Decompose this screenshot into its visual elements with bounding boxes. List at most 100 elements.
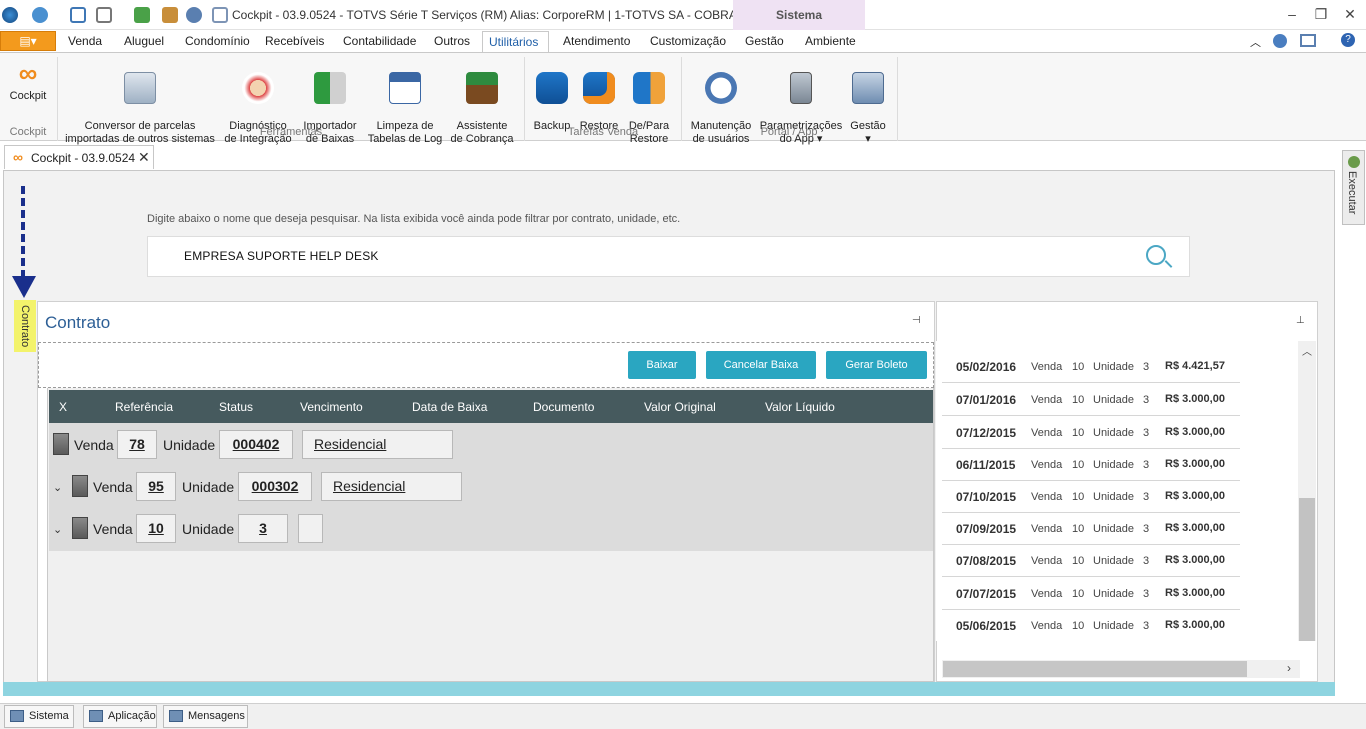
minimize-button[interactable]: – <box>1282 6 1302 22</box>
workspace-footer <box>3 682 1335 696</box>
search-icon[interactable] <box>1146 245 1166 265</box>
doc-tab-cockpit[interactable]: ∞ Cockpit - 03.9.0524 ✕ <box>4 145 154 169</box>
col-valor-original[interactable]: Valor Original <box>644 400 716 414</box>
pin-icon[interactable]: ⊣ <box>912 315 921 326</box>
group-separator <box>681 57 682 141</box>
col-valor-liquido[interactable]: Valor Líquido <box>765 400 835 414</box>
tab-aluguel[interactable]: Aluguel <box>118 31 170 52</box>
file-menu-button[interactable]: ▤▾ <box>0 31 56 51</box>
monitor-icon <box>10 710 24 722</box>
tab-atendimento[interactable]: Atendimento <box>557 31 636 52</box>
refresh-globe-icon[interactable] <box>186 7 202 23</box>
list-item[interactable]: 05/06/2015 Venda 10 Unidade 3 R$ 3.000,00 <box>942 610 1240 642</box>
row-unidade[interactable]: 3 <box>238 514 288 543</box>
tab-ambiente[interactable]: Ambiente <box>799 31 862 52</box>
monitor-icon[interactable] <box>70 7 86 23</box>
scroll-up-icon[interactable]: ︿ <box>1302 343 1312 358</box>
close-tab-icon[interactable]: ✕ <box>138 149 150 166</box>
tools-icon[interactable] <box>162 7 178 23</box>
help-question-icon[interactable]: ? <box>1341 33 1355 47</box>
group-separator <box>897 57 898 141</box>
context-tab-sistema[interactable]: Sistema <box>733 0 865 30</box>
tab-customizacao[interactable]: Customização <box>644 31 732 52</box>
window-title: Cockpit - 03.9.0524 - TOTVS Série T Serv… <box>232 8 803 22</box>
collapse-ribbon-icon[interactable]: ︿ <box>1250 34 1261 50</box>
doctor-icon <box>242 72 274 104</box>
backup-button[interactable]: Backup <box>530 59 574 133</box>
list-item[interactable]: 07/10/2015 Venda 10 Unidade 3 R$ 3.000,00 <box>942 481 1240 513</box>
row-unidade[interactable]: 000302 <box>238 472 312 501</box>
cancelar-baixa-button[interactable]: Cancelar Baixa <box>706 351 816 379</box>
cockpit-label: Cockpit <box>9 90 47 102</box>
doc-tab-label: Cockpit - 03.9.0524 <box>31 151 136 165</box>
pin-icon[interactable]: ⊥ <box>1296 315 1305 326</box>
col-data-baixa[interactable]: Data de Baixa <box>412 400 487 414</box>
horizontal-scroll-thumb[interactable] <box>943 661 1247 677</box>
list-item[interactable]: 05/02/2016 Venda 10 Unidade 3 R$ 4.421,57 <box>942 351 1240 383</box>
restore-button-ribbon[interactable]: Restore <box>577 59 621 133</box>
baixar-button[interactable]: Baixar <box>628 351 696 379</box>
globe-icon[interactable] <box>32 7 48 23</box>
vertical-scroll-thumb[interactable] <box>1299 498 1315 641</box>
col-documento[interactable]: Documento <box>533 400 594 414</box>
close-button[interactable]: ✕ <box>1340 6 1360 23</box>
importer-icon <box>314 72 346 104</box>
list-item[interactable]: 06/11/2015 Venda 10 Unidade 3 R$ 3.000,00 <box>942 449 1240 481</box>
col-x[interactable]: X <box>59 400 67 414</box>
cockpit-icon: ∞ <box>18 58 38 88</box>
executar-side-tab[interactable]: Executar <box>1342 150 1365 225</box>
status-sistema-label: Sistema <box>29 710 69 722</box>
list-item[interactable]: 07/01/2016 Venda 10 Unidade 3 R$ 3.000,00 <box>942 384 1240 416</box>
ribbon: ∞ Cockpit Cockpit Conversor de parcelas … <box>0 52 1366 145</box>
row-tipo: Venda <box>74 437 114 453</box>
window-icon[interactable] <box>96 7 112 23</box>
row-num[interactable]: 10 <box>136 514 176 543</box>
gear-icon <box>852 72 884 104</box>
gerar-boleto-button[interactable]: Gerar Boleto <box>826 351 927 379</box>
copy-icon[interactable] <box>212 7 228 23</box>
status-aplicacao-button[interactable]: Aplicação <box>83 705 157 728</box>
cockpit-button[interactable]: ∞ Cockpit <box>2 59 54 103</box>
col-vencimento[interactable]: Vencimento <box>300 400 363 414</box>
chevron-down-icon[interactable]: ⌄ <box>53 523 62 536</box>
play-icon[interactable] <box>134 7 150 23</box>
status-sistema-button[interactable]: Sistema <box>4 705 74 728</box>
scroll-right-icon[interactable]: › <box>1287 661 1291 675</box>
tab-recebiveis[interactable]: Recebíveis <box>259 31 330 52</box>
row-classe[interactable] <box>298 514 323 543</box>
col-status[interactable]: Status <box>219 400 253 414</box>
layout-icon[interactable] <box>1300 34 1316 47</box>
search-hint: Digite abaixo o nome que deseja pesquisa… <box>147 213 681 225</box>
tab-condominio[interactable]: Condomínio <box>179 31 256 52</box>
help-icon[interactable] <box>1273 34 1287 48</box>
row-num[interactable]: 78 <box>117 430 157 459</box>
tab-outros[interactable]: Outros <box>428 31 476 52</box>
row-num[interactable]: 95 <box>136 472 176 501</box>
row-unidade-label: Unidade <box>182 479 235 495</box>
list-item[interactable]: 07/09/2015 Venda 10 Unidade 3 R$ 3.000,00 <box>942 513 1240 545</box>
list-item[interactable]: 07/08/2015 Venda 10 Unidade 3 R$ 3.000,00 <box>942 545 1240 577</box>
tab-utilitarios[interactable]: Utilitários <box>482 31 549 52</box>
list-item[interactable]: 07/07/2015 Venda 10 Unidade 3 R$ 3.000,00 <box>942 578 1240 610</box>
row-unidade[interactable]: 000402 <box>219 430 293 459</box>
chevron-down-icon[interactable]: ⌄ <box>53 481 62 494</box>
row-classe[interactable]: Residencial <box>321 472 462 501</box>
restore-icon <box>583 72 615 104</box>
side-tab-contrato[interactable]: Contrato <box>14 300 36 352</box>
tab-contabilidade[interactable]: Contabilidade <box>337 31 422 52</box>
tab-venda[interactable]: Venda <box>62 31 108 52</box>
col-referencia[interactable]: Referência <box>115 400 173 414</box>
status-aplicacao-label: Aplicação <box>108 710 156 722</box>
calendar-icon <box>389 72 421 104</box>
backup-icon <box>536 72 568 104</box>
list-item[interactable]: 07/12/2015 Venda 10 Unidade 3 R$ 3.000,00 <box>942 417 1240 449</box>
app-logo-icon[interactable] <box>2 7 18 23</box>
row-classe[interactable]: Residencial <box>302 430 453 459</box>
building-icon <box>72 475 88 497</box>
messages-icon <box>169 710 183 722</box>
tab-gestao[interactable]: Gestão <box>739 31 790 52</box>
monitor-icon <box>89 710 103 722</box>
restore-button[interactable]: ❐ <box>1311 6 1331 23</box>
phone-icon <box>790 72 812 104</box>
status-mensagens-button[interactable]: Mensagens <box>163 705 248 728</box>
